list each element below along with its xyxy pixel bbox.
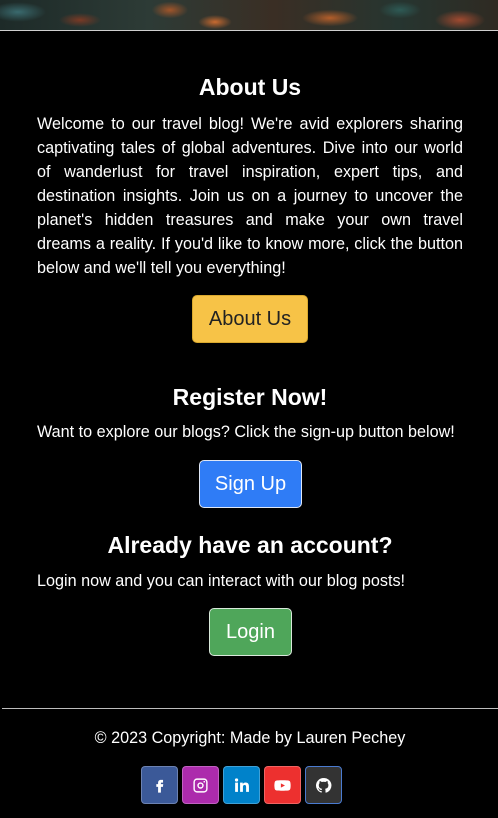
social-links xyxy=(141,766,342,804)
register-text: Want to explore our blogs? Click the sig… xyxy=(37,423,455,441)
github-link[interactable] xyxy=(305,766,342,804)
login-button[interactable]: Login xyxy=(209,608,292,656)
youtube-link[interactable] xyxy=(264,766,301,804)
about-text: Welcome to our travel blog! We're avid e… xyxy=(37,115,463,277)
main-content: About Us Welcome to our travel blog! We'… xyxy=(2,32,498,708)
hero-image xyxy=(0,0,498,31)
login-text: Login now and you can interact with our … xyxy=(37,572,406,590)
instagram-link[interactable] xyxy=(182,766,219,804)
sign-up-button[interactable]: Sign Up xyxy=(199,460,302,508)
copyright-text: © 2023 Copyright: Made by Lauren Pechey xyxy=(94,729,406,747)
github-icon xyxy=(315,777,332,793)
facebook-link[interactable] xyxy=(141,766,178,804)
linkedin-link[interactable] xyxy=(223,766,260,804)
register-title: Register Now! xyxy=(172,384,328,410)
linkedin-icon xyxy=(234,777,249,792)
about-title: About Us xyxy=(198,74,302,100)
footer: © 2023 Copyright: Made by Lauren Pechey xyxy=(2,708,498,818)
login-title: Already have an account? xyxy=(107,532,393,558)
about-us-button[interactable]: About Us xyxy=(192,295,308,343)
instagram-icon xyxy=(193,777,208,793)
facebook-icon xyxy=(156,779,164,793)
youtube-icon xyxy=(274,779,291,791)
